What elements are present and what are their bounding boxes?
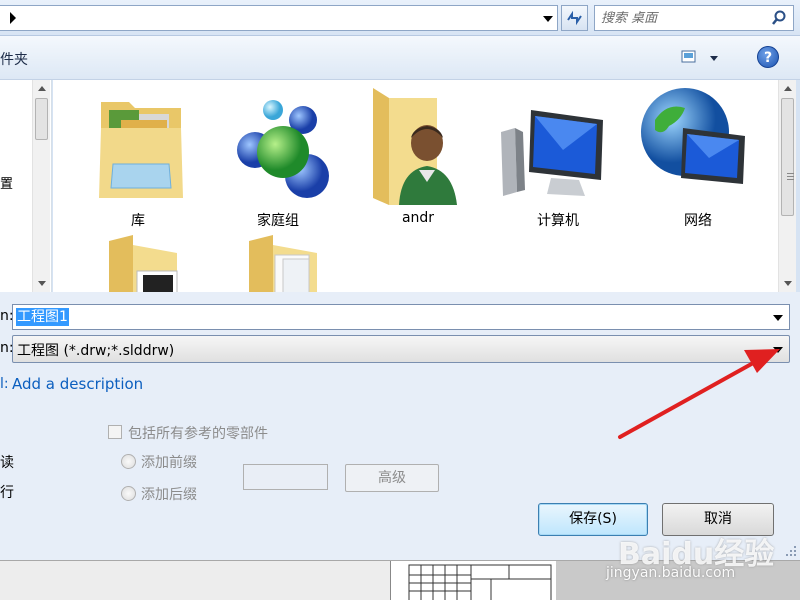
include-references-label: 包括所有参考的零部件 — [128, 426, 268, 442]
network-icon — [641, 88, 745, 184]
file-label: 库 — [131, 213, 145, 229]
affix-input[interactable] — [243, 464, 328, 490]
scroll-thumb[interactable] — [35, 98, 48, 140]
view-options-button[interactable] — [680, 48, 722, 68]
refresh-icon — [567, 10, 582, 26]
filetype-value: 工程图 (*.drw;*.slddrw) — [17, 343, 175, 359]
file-label: 网络 — [684, 213, 712, 229]
library-folder-icon — [99, 102, 183, 198]
document-folder-icon — [249, 235, 317, 292]
background-area — [0, 561, 390, 600]
title-block-grid-icon — [408, 564, 552, 600]
scroll-up-icon[interactable] — [784, 86, 792, 91]
file-item-homegroup[interactable]: 家庭组 — [213, 80, 343, 230]
file-list-pane[interactable]: 库 家庭组 andr 计算机 网络 — [53, 80, 778, 292]
address-bar[interactable] — [0, 5, 558, 31]
scroll-grip-icon — [787, 173, 794, 174]
document-folder-icon — [109, 235, 178, 292]
include-references-checkbox[interactable] — [108, 425, 122, 439]
computer-icon — [501, 110, 603, 196]
search-icon[interactable] — [771, 10, 787, 26]
add-prefix-label: 添加前缀 — [141, 455, 197, 471]
option-label: 行 — [0, 485, 14, 501]
file-item-user-folder[interactable]: andr — [353, 80, 483, 230]
file-item-computer[interactable]: 计算机 — [493, 80, 623, 230]
help-button[interactable]: ? — [757, 46, 779, 68]
filename-combobox[interactable]: 工程图1 — [12, 304, 790, 330]
file-label: 计算机 — [537, 213, 579, 229]
drawing-title-block — [390, 561, 556, 600]
file-label: 家庭组 — [257, 213, 299, 229]
description-label: l: — [0, 376, 9, 392]
search-input[interactable] — [601, 9, 761, 27]
file-label: andr — [401, 210, 435, 226]
scroll-down-icon[interactable] — [784, 281, 792, 286]
file-item-network[interactable]: 网络 — [633, 80, 763, 230]
advanced-button[interactable]: 高级 — [345, 464, 439, 492]
add-suffix-label: 添加后缀 — [141, 487, 197, 503]
add-description-link[interactable]: Add a description — [12, 375, 143, 393]
user-folder-icon — [373, 88, 457, 205]
option-label: 读 — [0, 455, 14, 471]
address-dropdown-icon[interactable] — [543, 16, 553, 22]
nav-scrollbar[interactable] — [32, 80, 50, 292]
address-toolbar — [0, 0, 800, 36]
scroll-thumb[interactable] — [781, 98, 794, 216]
watermark: Baidu经验 jingyan.baidu.com — [600, 507, 800, 592]
refresh-button[interactable] — [561, 5, 588, 31]
nav-item-label[interactable]: 置 — [0, 173, 13, 192]
scroll-up-icon[interactable] — [38, 86, 46, 91]
filetype-select[interactable]: 工程图 (*.drw;*.slddrw) — [12, 335, 790, 363]
view-icon — [681, 50, 718, 63]
file-item-document-folder[interactable] — [73, 235, 203, 292]
add-suffix-radio[interactable] — [121, 486, 136, 501]
filename-input[interactable]: 工程图1 — [16, 308, 69, 326]
scroll-down-icon[interactable] — [38, 281, 46, 286]
breadcrumb-arrow-icon[interactable] — [10, 12, 16, 24]
file-list-scrollbar[interactable] — [778, 80, 796, 292]
homegroup-icon — [237, 100, 329, 198]
filetype-dropdown-icon[interactable] — [773, 347, 783, 353]
new-folder-button[interactable]: 件夹 — [0, 49, 28, 69]
command-toolbar: 件夹 ? — [0, 36, 800, 80]
file-item-document-folder[interactable] — [213, 235, 343, 292]
filename-dropdown-icon[interactable] — [773, 315, 783, 321]
watermark-url: jingyan.baidu.com — [606, 565, 736, 581]
add-prefix-radio[interactable] — [121, 454, 136, 469]
navigation-pane[interactable]: 置 — [0, 80, 52, 292]
search-box[interactable] — [594, 5, 794, 31]
file-item-library[interactable]: 库 — [73, 80, 203, 230]
